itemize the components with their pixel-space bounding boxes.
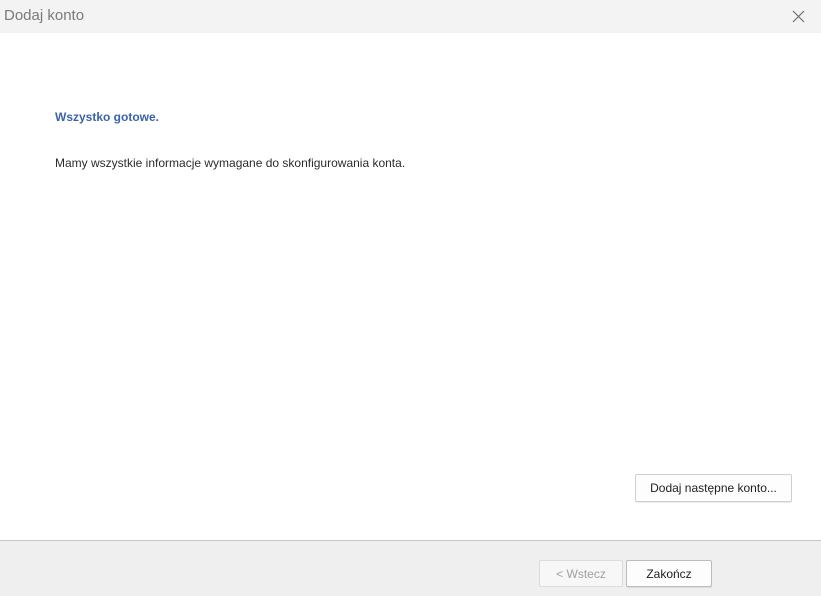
title-bar: Dodaj konto — [0, 0, 821, 33]
add-account-dialog: Dodaj konto Wszystko gotowe. Mamy wszyst… — [0, 0, 821, 596]
info-text: Mamy wszystkie informacje wymagane do sk… — [55, 156, 406, 170]
window-title: Dodaj konto — [4, 7, 85, 24]
content-area: Wszystko gotowe. Mamy wszystkie informac… — [0, 33, 821, 540]
close-button[interactable] — [775, 0, 821, 33]
page-heading: Wszystko gotowe. — [55, 110, 160, 124]
back-button[interactable]: < Wstecz — [539, 560, 623, 587]
finish-button[interactable]: Zakończ — [626, 560, 712, 587]
footer-bar: < Wstecz Zakończ — [0, 540, 821, 596]
add-another-account-button[interactable]: Dodaj następne konto... — [635, 474, 792, 502]
close-icon — [792, 10, 804, 23]
